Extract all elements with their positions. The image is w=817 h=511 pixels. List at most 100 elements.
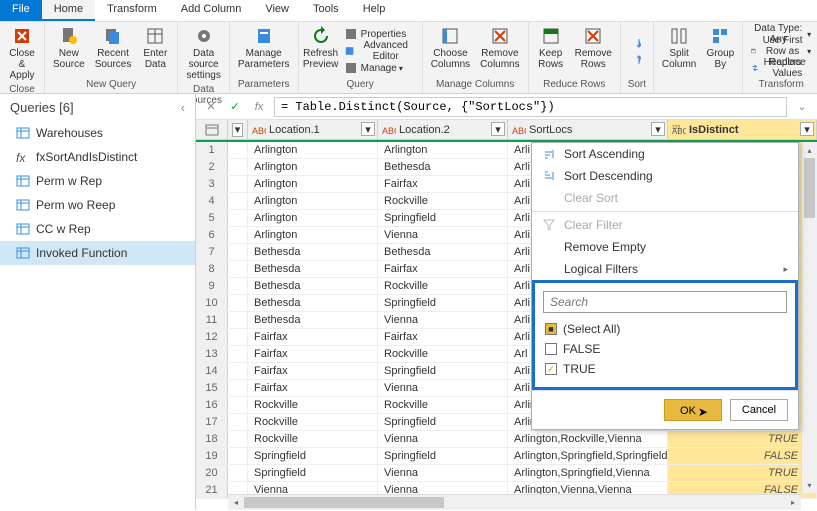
cell-location2[interactable]: Springfield — [378, 448, 508, 464]
scroll-down-icon[interactable]: ▾ — [802, 477, 817, 493]
col-expand[interactable]: ▾ — [228, 120, 248, 139]
cell-location1[interactable]: Rockville — [248, 414, 378, 430]
horizontal-scrollbar[interactable]: ◂ ▸ — [228, 494, 801, 510]
cell-location2[interactable]: Bethesda — [378, 159, 508, 175]
new-source-button[interactable]: New Source — [49, 24, 89, 78]
cell-location1[interactable]: Rockville — [248, 431, 378, 447]
filter-icon[interactable]: ▾ — [651, 122, 665, 136]
cell-location1[interactable]: Arlington — [248, 142, 378, 158]
cell-location2[interactable]: Bethesda — [378, 244, 508, 260]
cell-isdistinct[interactable]: TRUE — [668, 431, 817, 447]
cell-location2[interactable]: Vienna — [378, 431, 508, 447]
formula-input[interactable] — [274, 97, 787, 117]
sort-descending-item[interactable]: Sort Descending — [532, 165, 798, 187]
filter-search-input[interactable] — [543, 291, 787, 313]
cell-location1[interactable]: Fairfax — [248, 329, 378, 345]
filter-option[interactable]: ✓TRUE — [543, 359, 787, 379]
cell-location2[interactable]: Springfield — [378, 295, 508, 311]
formula-commit-icon[interactable]: ✓ — [226, 98, 244, 116]
cell-location1[interactable]: Arlington — [248, 159, 378, 175]
cell-location1[interactable]: Springfield — [248, 465, 378, 481]
cell-location1[interactable]: Arlington — [248, 193, 378, 209]
query-item[interactable]: Perm w Rep — [0, 169, 195, 193]
query-item[interactable]: fxfxSortAndIsDistinct — [0, 145, 195, 169]
cell-location2[interactable]: Springfield — [378, 210, 508, 226]
replace-values-button[interactable]: Replace Values — [747, 60, 815, 77]
cell-location1[interactable]: Arlington — [248, 210, 378, 226]
table-row[interactable]: 20SpringfieldViennaArlington,Springfield… — [196, 465, 817, 482]
cell-location1[interactable]: Bethesda — [248, 278, 378, 294]
query-item[interactable]: Warehouses — [0, 121, 195, 145]
query-item[interactable]: Perm wo Reep — [0, 193, 195, 217]
filter-option[interactable]: ■(Select All) — [543, 319, 787, 339]
cell-sortlocs[interactable]: Arlington,Springfield,Springfield — [508, 448, 668, 464]
scroll-up-icon[interactable]: ▴ — [802, 142, 817, 158]
vertical-scrollbar[interactable]: ▴ ▾ — [801, 142, 817, 493]
cell-location1[interactable]: Springfield — [248, 448, 378, 464]
col-isdistinct[interactable]: ABC123IsDistinct▾ — [668, 120, 817, 139]
cancel-button[interactable]: Cancel — [730, 399, 788, 421]
cell-location2[interactable]: Arlington — [378, 142, 508, 158]
col-location2[interactable]: ABCLocation.2▾ — [378, 120, 508, 139]
manage-parameters-button[interactable]: Manage Parameters — [234, 24, 294, 78]
tab-transform[interactable]: Transform — [95, 0, 169, 21]
choose-columns-button[interactable]: Choose Columns — [427, 24, 474, 78]
filter-icon[interactable]: ▾ — [800, 122, 814, 136]
cell-location2[interactable]: Rockville — [378, 346, 508, 362]
cell-location1[interactable]: Arlington — [248, 176, 378, 192]
filter-option[interactable]: FALSE — [543, 339, 787, 359]
cell-location2[interactable]: Rockville — [378, 193, 508, 209]
cell-sortlocs[interactable]: Arlington,Rockville,Vienna — [508, 431, 668, 447]
ok-button[interactable]: OK➤ — [664, 399, 722, 421]
tab-home[interactable]: Home — [42, 0, 95, 21]
refresh-preview-button[interactable]: Refresh Preview — [303, 24, 339, 78]
cell-location2[interactable]: Springfield — [378, 363, 508, 379]
cell-location2[interactable]: Fairfax — [378, 329, 508, 345]
remove-empty-item[interactable]: Remove Empty — [532, 236, 798, 258]
collapse-queries-icon[interactable]: ‹ — [181, 100, 185, 115]
cell-sortlocs[interactable]: Arlington,Springfield,Vienna — [508, 465, 668, 481]
cell-location2[interactable]: Vienna — [378, 465, 508, 481]
col-location1[interactable]: ABCLocation.1▾ — [248, 120, 378, 139]
cell-location2[interactable]: Vienna — [378, 312, 508, 328]
tab-help[interactable]: Help — [351, 0, 398, 21]
filter-icon[interactable]: ▾ — [361, 122, 375, 136]
remove-columns-button[interactable]: Remove Columns — [476, 24, 523, 78]
filter-icon[interactable]: ▾ — [491, 122, 505, 136]
col-sortlocs[interactable]: ABCSortLocs▾ — [508, 120, 668, 139]
tab-view[interactable]: View — [253, 0, 301, 21]
cell-location2[interactable]: Vienna — [378, 227, 508, 243]
query-item[interactable]: CC w Rep — [0, 217, 195, 241]
advanced-editor-button[interactable]: Advanced Editor — [341, 43, 418, 60]
grid-body[interactable]: 1ArlingtonArlingtonArli2ArlingtonBethesd… — [196, 142, 817, 510]
cell-location1[interactable]: Arlington — [248, 227, 378, 243]
sort-desc-button[interactable] — [625, 51, 649, 68]
cell-isdistinct[interactable]: TRUE — [668, 465, 817, 481]
formula-fx-icon[interactable]: fx — [250, 98, 268, 116]
sort-asc-button[interactable] — [625, 34, 649, 51]
row-header-corner[interactable] — [196, 120, 228, 139]
cell-location2[interactable]: Rockville — [378, 397, 508, 413]
query-item[interactable]: Invoked Function — [0, 241, 195, 265]
cell-location1[interactable]: Rockville — [248, 397, 378, 413]
formula-expand-icon[interactable]: ⌄ — [793, 98, 811, 116]
data-source-settings-button[interactable]: Data source settings — [182, 24, 224, 83]
remove-rows-button[interactable]: Remove Rows — [571, 24, 616, 78]
cell-isdistinct[interactable]: FALSE — [668, 448, 817, 464]
cell-location1[interactable]: Fairfax — [248, 380, 378, 396]
cell-location2[interactable]: Vienna — [378, 380, 508, 396]
scroll-right-icon[interactable]: ▸ — [785, 495, 801, 510]
cell-location1[interactable]: Bethesda — [248, 261, 378, 277]
cell-location2[interactable]: Fairfax — [378, 261, 508, 277]
cell-location2[interactable]: Rockville — [378, 278, 508, 294]
close-apply-button[interactable]: Close & Apply — [4, 24, 40, 83]
cell-location2[interactable]: Springfield — [378, 414, 508, 430]
scroll-thumb[interactable] — [804, 158, 815, 218]
cell-location1[interactable]: Bethesda — [248, 312, 378, 328]
table-row[interactable]: 19SpringfieldSpringfieldArlington,Spring… — [196, 448, 817, 465]
scroll-left-icon[interactable]: ◂ — [228, 495, 244, 510]
formula-cancel-icon[interactable]: ✕ — [202, 98, 220, 116]
group-by-button[interactable]: Group By — [702, 24, 738, 89]
cell-location2[interactable]: Fairfax — [378, 176, 508, 192]
tab-add-column[interactable]: Add Column — [169, 0, 254, 21]
